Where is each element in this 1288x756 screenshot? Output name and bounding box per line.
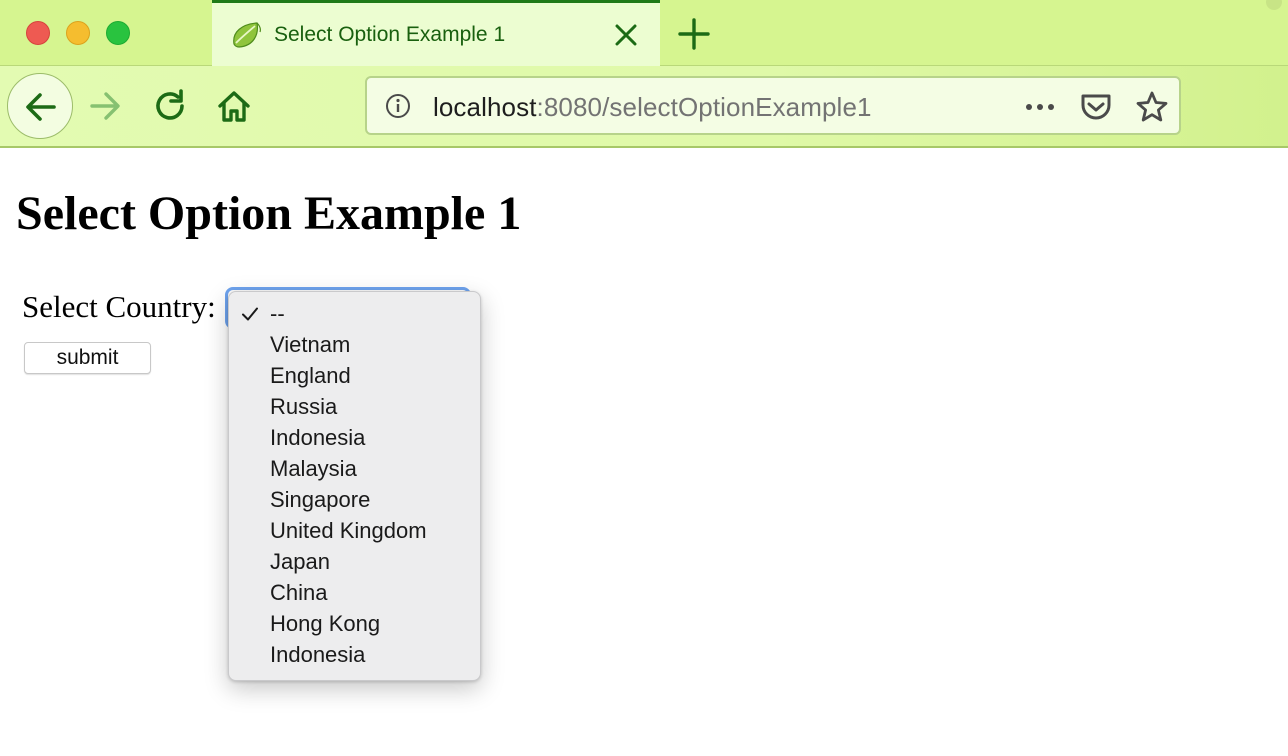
url-text: localhost:8080/selectOptionExample1 <box>433 92 872 123</box>
submit-button[interactable]: submit <box>24 342 151 374</box>
dropdown-option[interactable]: Singapore <box>229 484 480 515</box>
home-icon[interactable] <box>216 88 252 124</box>
pocket-icon[interactable] <box>1079 90 1113 124</box>
reload-icon[interactable] <box>152 88 188 124</box>
arrow-left-icon <box>26 93 56 121</box>
more-icon[interactable] <box>1023 90 1057 124</box>
window-corner-decoration <box>1266 0 1282 10</box>
country-dropdown-menu: -- Vietnam England Russia Indonesia Mala… <box>228 291 481 681</box>
info-icon[interactable] <box>385 93 411 119</box>
dropdown-option-label: Indonesia <box>270 642 366 667</box>
dropdown-option-label: Hong Kong <box>270 611 381 636</box>
dropdown-option[interactable]: Vietnam <box>229 329 480 360</box>
dropdown-option[interactable]: Russia <box>229 391 480 422</box>
tab-title: Select Option Example 1 <box>274 23 506 46</box>
window-minimize-button[interactable] <box>66 21 90 45</box>
page-title: Select Option Example 1 <box>16 187 522 240</box>
star-icon[interactable] <box>1135 90 1169 124</box>
dropdown-option-label: Singapore <box>270 487 371 512</box>
dropdown-option-label: Russia <box>270 394 338 419</box>
arrow-right-icon[interactable] <box>88 88 124 124</box>
window-close-button[interactable] <box>26 21 50 45</box>
window-maximize-button[interactable] <box>106 21 130 45</box>
country-label: Select Country: <box>22 289 216 324</box>
url-host: localhost <box>433 92 537 122</box>
dropdown-option[interactable]: United Kingdom <box>229 515 480 546</box>
url-bar[interactable]: localhost:8080/selectOptionExample1 <box>365 76 1181 135</box>
navigation-toolbar: localhost:8080/selectOptionExample1 <box>0 66 1288 148</box>
dropdown-option[interactable]: Japan <box>229 546 480 577</box>
dropdown-option-label: Japan <box>270 549 330 574</box>
spring-leaf-icon <box>233 22 261 48</box>
back-button[interactable] <box>7 73 73 139</box>
dropdown-option[interactable]: Hong Kong <box>229 608 480 639</box>
dropdown-option[interactable]: Indonesia <box>229 422 480 453</box>
dropdown-option[interactable]: -- <box>229 298 480 329</box>
dropdown-option[interactable]: England <box>229 360 480 391</box>
dropdown-option[interactable]: Indonesia <box>229 639 480 670</box>
dropdown-option-label: United Kingdom <box>270 518 427 543</box>
dropdown-option-label: Vietnam <box>270 332 351 357</box>
dropdown-option-label: China <box>270 580 328 605</box>
dropdown-option-label: Indonesia <box>270 425 366 450</box>
plus-icon[interactable] <box>676 16 712 52</box>
tab-bar: Select Option Example 1 <box>0 0 1288 66</box>
dropdown-option-label: -- <box>270 301 285 326</box>
dropdown-option-label: Malaysia <box>270 456 357 481</box>
dropdown-option[interactable]: Malaysia <box>229 453 480 484</box>
tab-active[interactable]: Select Option Example 1 <box>212 0 660 66</box>
close-icon[interactable] <box>612 21 640 49</box>
checkmark-icon <box>242 307 258 321</box>
url-path: :8080/selectOptionExample1 <box>536 92 872 122</box>
dropdown-option[interactable]: China <box>229 577 480 608</box>
dropdown-option-label: England <box>270 363 351 388</box>
